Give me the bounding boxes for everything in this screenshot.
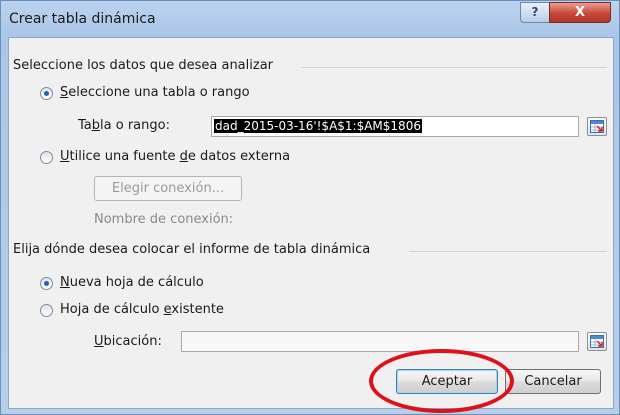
option-table-range-label[interactable]: Seleccione una tabla o rango (60, 85, 250, 100)
title-bar[interactable]: Crear tabla dinámica ? X (1, 1, 619, 37)
source-section-label: Seleccione los datos que desea analizar (13, 58, 274, 73)
location-label: Ubicación: (94, 334, 162, 349)
range-value: dad_2015-03-16'!$A$1:$AM$1806 (214, 119, 422, 133)
collapse-dialog-icon (590, 335, 604, 348)
section-divider (409, 251, 607, 252)
radio-existing-sheet[interactable] (40, 304, 53, 317)
dialog-title: Crear tabla dinámica (9, 11, 156, 27)
connection-name-label: Nombre de conexión: (94, 212, 234, 227)
range-label: Tabla o rango: (78, 118, 170, 133)
collapse-dialog-icon (590, 120, 604, 133)
choose-connection-button[interactable]: Elegir conexión... (94, 176, 242, 201)
radio-external-source[interactable] (40, 151, 53, 164)
section-divider (301, 67, 607, 68)
cancel-button[interactable]: Cancelar (505, 369, 601, 394)
help-button[interactable]: ? (520, 2, 550, 23)
range-input[interactable]: dad_2015-03-16'!$A$1:$AM$1806 (211, 116, 579, 137)
pivot-table-dialog: Crear tabla dinámica ? X Seleccione los … (0, 0, 620, 415)
option-existing-sheet-label[interactable]: Hoja de cálculo existente (60, 302, 224, 317)
location-input[interactable] (181, 331, 579, 352)
radio-new-sheet[interactable] (40, 277, 53, 290)
range-picker-button[interactable] (587, 117, 607, 136)
accept-button[interactable]: Aceptar (396, 369, 498, 394)
location-picker-button[interactable] (587, 332, 607, 351)
option-external-source-label[interactable]: Utilice una fuente de datos externa (60, 149, 290, 164)
close-button[interactable]: X (549, 2, 611, 23)
option-new-sheet-label[interactable]: Nueva hoja de cálculo (60, 275, 204, 290)
dialog-body: Seleccione los datos que desea analizar … (8, 37, 614, 409)
radio-table-range[interactable] (40, 87, 53, 100)
destination-section-label: Elija dónde desea colocar el informe de … (13, 242, 371, 257)
